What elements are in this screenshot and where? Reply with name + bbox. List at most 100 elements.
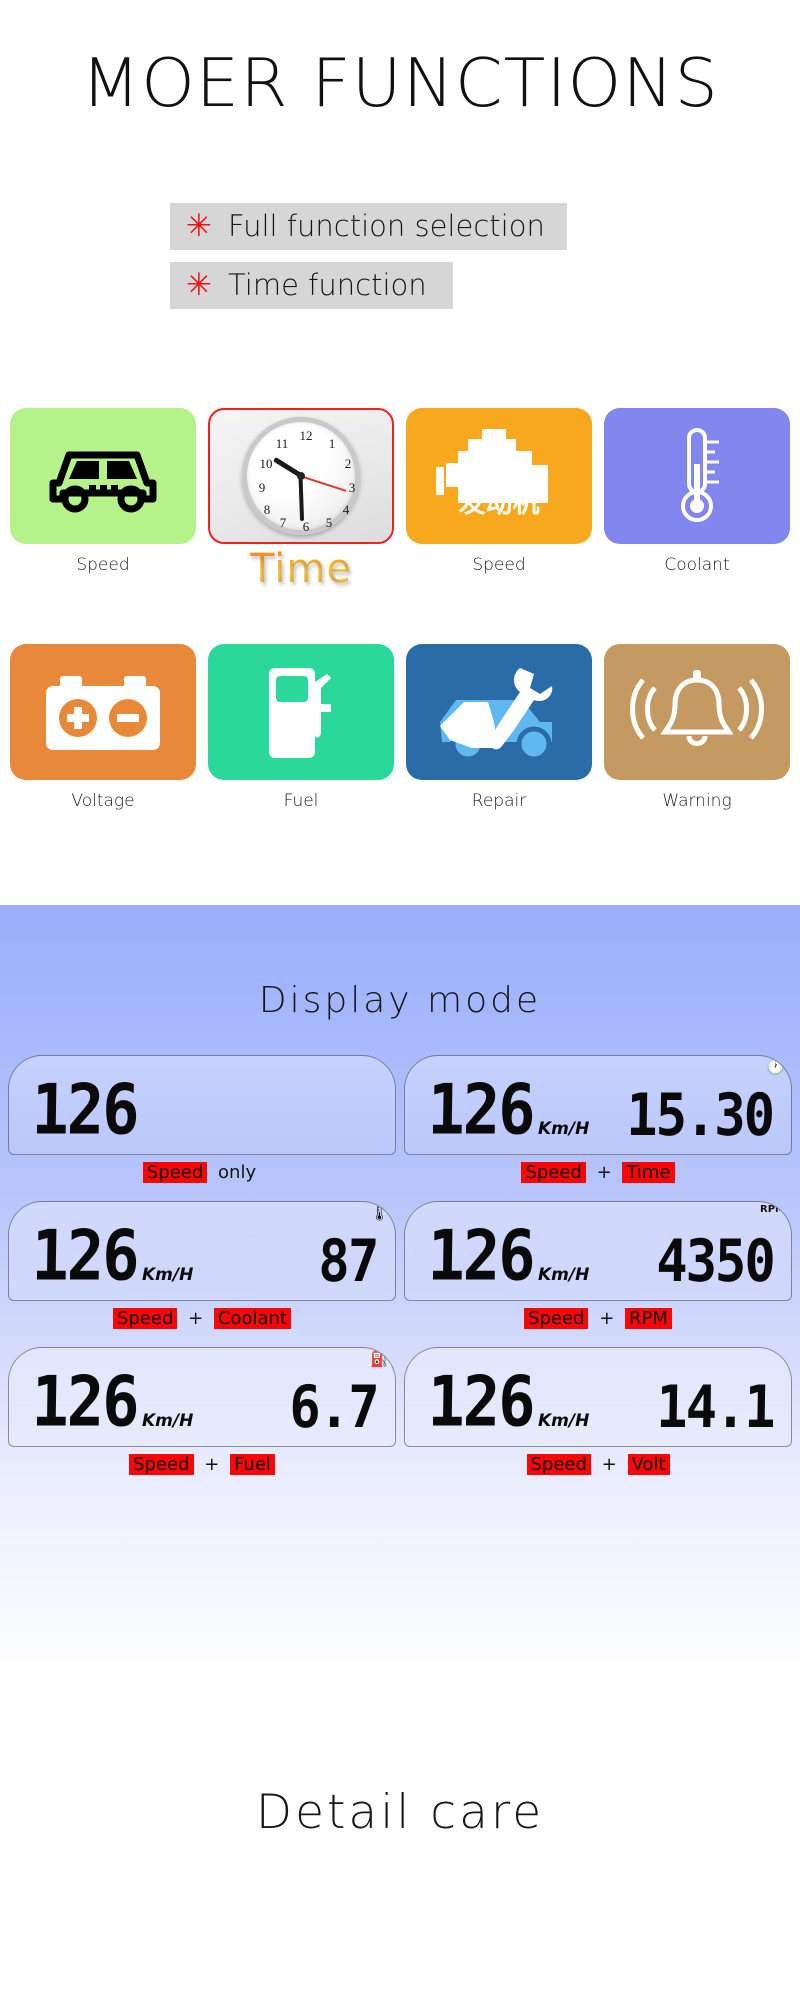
hud-panel-speed-coolant[interactable]: 126 Km/H 🌡 87 Speed + Coolant (8, 1201, 396, 1329)
clock-num-9: 9 (258, 480, 266, 495)
hud-panel-speed-volt[interactable]: 126 Km/H 14.1 Speed + Volt (404, 1347, 792, 1475)
tile-fuel[interactable] (208, 644, 394, 780)
hud-readout-0: 126 (9, 1056, 395, 1154)
hud-caption-4: Speed + Fuel (8, 1454, 396, 1475)
hud-glass-4: 126 Km/H ⛽ 6.7 (8, 1347, 396, 1447)
clock-num-4: 4 (342, 502, 350, 517)
caption-tag-time: Time (622, 1162, 675, 1183)
hud-speed-value: 126 (426, 1214, 535, 1297)
function-item-warning[interactable]: Warning (604, 644, 790, 811)
hud-secondary-5: 14.1 (656, 1374, 791, 1441)
caption-tag-speed: Speed (142, 1162, 208, 1183)
tile-engine[interactable]: 发动机 (406, 408, 592, 544)
asterisk-icon: ✳ (186, 267, 212, 303)
tile-coolant[interactable] (604, 408, 790, 544)
hud-speed-unit: Km/H (537, 1265, 590, 1285)
clock-num-10: 10 (259, 456, 273, 471)
hud-panel-speed-fuel[interactable]: 126 Km/H ⛽ 6.7 Speed + Fuel (8, 1347, 396, 1475)
function-item-time[interactable]: 12 1 2 3 4 5 6 7 8 9 10 11 Time (208, 408, 394, 592)
hud-caption-1: Speed + Time (404, 1162, 792, 1183)
bullet-item-1: ✳ Time function (170, 262, 453, 309)
caption-tag-speed: Speed (524, 1308, 589, 1329)
clock-num-11: 11 (275, 436, 289, 451)
tile-speed-car[interactable] (10, 408, 196, 544)
hud-readout-5: 126 Km/H 14.1 (405, 1348, 791, 1446)
function-item-fuel[interactable]: Fuel (208, 644, 394, 811)
hud-rpm-value: 4350 (655, 1228, 774, 1296)
tile-warning[interactable] (604, 644, 790, 780)
function-item-speed-car[interactable]: Speed (10, 408, 196, 592)
hud-glass-2: 126 Km/H 🌡 87 (8, 1201, 396, 1301)
hud-speed-value: 126 (30, 1360, 139, 1443)
function-label-time: Time (208, 546, 394, 592)
hud-panel-speed-time[interactable]: 126 Km/H 🕐 15.30 Speed + Time (404, 1055, 792, 1183)
car-repair-wrench-icon (440, 668, 553, 762)
clock-num-1: 1 (328, 436, 336, 451)
caption-tag-fuel: Fuel (230, 1454, 275, 1475)
tile-voltage[interactable] (10, 644, 196, 780)
bullet-text-0: Full function selection (227, 209, 545, 243)
battery-icon (46, 676, 160, 750)
tile-repair[interactable] (406, 644, 592, 780)
hud-row-3: 126 Km/H ⛽ 6.7 Speed + Fuel 126 Km/H 14.… (0, 1347, 800, 1475)
asterisk-icon: ✳ (186, 208, 212, 244)
function-label-fuel: Fuel (283, 791, 319, 811)
function-item-repair[interactable]: Repair (406, 644, 592, 811)
hud-glass-3: 126 Km/H RPM 4350 (404, 1201, 792, 1301)
hud-secondary-3: RPM 4350 (656, 1204, 791, 1295)
hud-secondary-4: ⛽ 6.7 (289, 1350, 395, 1441)
fuel-pump-icon (269, 668, 331, 758)
page-title: MOER FUNCTIONS (81, 44, 719, 122)
product-feature-page: MOER FUNCTIONS ✳ Full function selection… (0, 0, 800, 2000)
function-label-speed-car: Speed (76, 555, 130, 575)
hud-caption-0: Speed only (8, 1162, 396, 1183)
caption-tag-rpm: RPM (625, 1308, 672, 1329)
hud-speed-value: 126 (426, 1068, 535, 1151)
clock-num-3: 3 (348, 480, 356, 495)
bullet-text-1: Time function (227, 268, 427, 302)
clock-minute-hand (299, 475, 305, 522)
display-mode-title: Display mode (258, 980, 542, 1021)
icon-row-2: Voltage Fuel Repair Warning (0, 644, 800, 811)
hud-speed-unit: Km/H (537, 1411, 590, 1431)
thermometer-icon (681, 428, 719, 522)
function-label-engine: Speed (472, 555, 526, 575)
icon-row-1: Speed 12 1 2 3 4 5 6 7 8 9 10 11 Time 发动… (0, 408, 800, 592)
caption-tag-volt: Volt (627, 1454, 670, 1475)
hud-speed-unit: Km/H (141, 1411, 194, 1431)
clock-second-hand (300, 475, 347, 492)
caption-tag-speed: Speed (521, 1162, 586, 1183)
clock-num-7: 7 (279, 515, 287, 530)
display-mode-section: Display mode 126 Speed only 126 Km/H 🕐 1… (0, 905, 800, 1685)
hud-fuel-value: 6.7 (289, 1374, 378, 1442)
hud-readout-3: 126 Km/H RPM 4350 (405, 1202, 791, 1300)
caption-plus: + (596, 1162, 612, 1183)
function-label-warning: Warning (662, 791, 732, 811)
hud-speed-unit: Km/H (141, 1265, 194, 1285)
function-item-engine[interactable]: 发动机 Speed (406, 408, 592, 592)
caption-tag-speed: Speed (112, 1308, 178, 1329)
caption-plus: + (204, 1454, 220, 1475)
bullet-list: ✳ Full function selection ✳ Time functio… (170, 203, 567, 321)
alarm-bell-icon (630, 670, 764, 746)
detail-care-section: Detail care (0, 1685, 800, 2000)
hud-readout-2: 126 Km/H 🌡 87 (9, 1202, 395, 1300)
function-item-voltage[interactable]: Voltage (10, 644, 196, 811)
hud-speed-unit: Km/H (537, 1119, 590, 1139)
caption-plus: + (188, 1308, 204, 1329)
tile-time[interactable]: 12 1 2 3 4 5 6 7 8 9 10 11 (208, 408, 394, 544)
hud-panel-speed-only[interactable]: 126 Speed only (8, 1055, 396, 1183)
fuel-icon: ⛽ (370, 1350, 389, 1368)
hud-glass-0: 126 (8, 1055, 396, 1155)
engine-icon-label: 发动机 (458, 488, 540, 519)
detail-care-title: Detail care (255, 1785, 545, 1840)
hud-speed-value: 126 (30, 1068, 139, 1151)
clock-num-8: 8 (263, 502, 271, 517)
clock-icon: 🕐 (766, 1058, 785, 1076)
caption-text-only: only (218, 1162, 257, 1183)
hud-panel-speed-rpm[interactable]: 126 Km/H RPM 4350 Speed + RPM (404, 1201, 792, 1329)
hud-row-1: 126 Speed only 126 Km/H 🕐 15.30 Speed + … (0, 1055, 800, 1183)
rpm-icon: RPM (760, 1204, 785, 1215)
clock-num-6: 6 (302, 519, 310, 534)
function-item-coolant[interactable]: Coolant (604, 408, 790, 592)
